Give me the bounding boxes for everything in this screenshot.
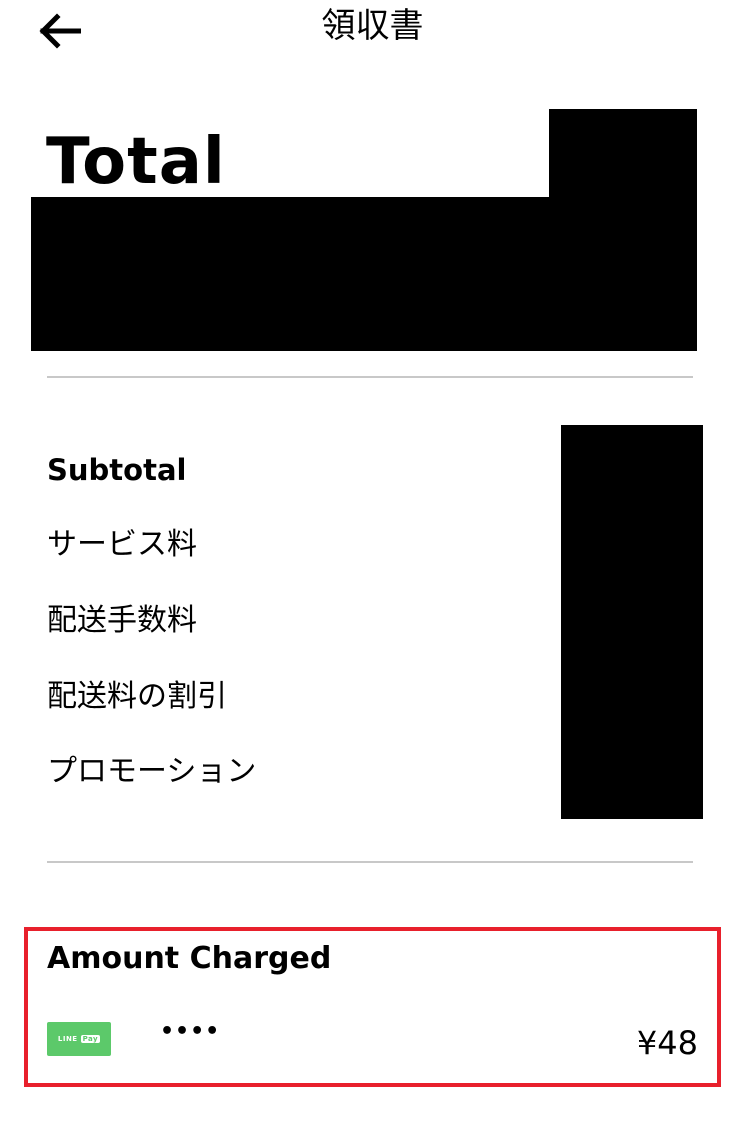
redacted-block (31, 197, 697, 351)
redacted-block (549, 109, 697, 199)
divider (47, 861, 693, 863)
line-pay-badge-text: LINE (57, 1035, 78, 1043)
total-label: Total (46, 125, 226, 199)
delivery-fee-label: 配送手数料 (47, 603, 197, 638)
divider (47, 376, 693, 378)
redacted-block (561, 425, 703, 819)
masked-account: •••• (160, 1019, 221, 1044)
amount-charged-title: Amount Charged (47, 941, 332, 976)
service-fee-label: サービス料 (47, 527, 197, 562)
promotion-label: プロモーション (47, 754, 257, 789)
page-title: 領収書 (321, 6, 424, 46)
amount-charged-value: ¥48 (636, 1024, 698, 1062)
line-pay-badge-pill: Pay (80, 1035, 101, 1043)
amount-charged-section: Amount Charged LINE Pay •••• ¥48 (24, 927, 721, 1087)
subtotal-label: Subtotal (47, 453, 187, 487)
line-pay-icon: LINE Pay (47, 1022, 111, 1056)
delivery-discount-label: 配送料の割引 (47, 679, 227, 714)
header-bar: 領収書 (0, 0, 745, 60)
